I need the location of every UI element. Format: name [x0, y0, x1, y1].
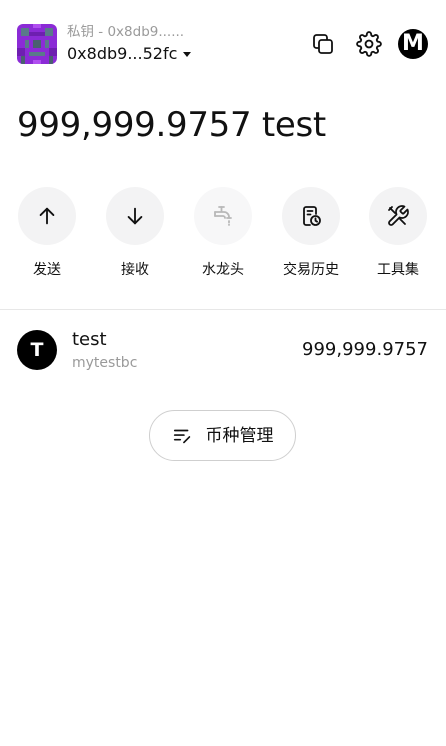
account-label: 私钥 - 0x8db9......	[67, 24, 185, 40]
history-icon	[303, 206, 321, 226]
account-address[interactable]: 0x8db9...52fc	[67, 42, 192, 66]
wallet-page: 私钥 - 0x8db9...... 0x8db9...52fc M 999,99…	[0, 0, 446, 746]
pixel-avatar-icon[interactable]	[17, 24, 57, 64]
receive-button[interactable]: 接收	[105, 187, 165, 280]
history-button[interactable]: 交易历史	[281, 187, 341, 280]
account-address-text: 0x8db9...52fc	[67, 44, 178, 63]
arrow-down-icon	[127, 207, 143, 225]
manage-tokens-button[interactable]: 币种管理	[149, 410, 296, 461]
token-balance: 999,999.9757	[302, 339, 428, 360]
action-bar: 发送 接收 水龙头 交易历史 工具集	[17, 187, 429, 283]
caret-down-icon	[183, 51, 192, 57]
tools-label: 工具集	[377, 262, 419, 278]
faucet-button-circle[interactable]	[194, 187, 252, 245]
header: 私钥 - 0x8db9...... 0x8db9...52fc M	[17, 22, 429, 66]
arrow-up-icon	[39, 207, 55, 225]
network-logo[interactable]: M	[398, 29, 428, 59]
gear-icon[interactable]	[355, 30, 383, 58]
token-row[interactable]: T test mytestbc 999,999.9757	[17, 326, 429, 376]
tools-button-circle[interactable]	[369, 187, 427, 245]
faucet-label: 水龙头	[202, 262, 244, 278]
token-icon: T	[17, 330, 57, 370]
manage-tokens-label: 币种管理	[205, 425, 274, 446]
token-name: mytestbc	[72, 355, 138, 371]
total-balance: 999,999.9757 test	[17, 105, 326, 145]
receive-label: 接收	[121, 262, 149, 278]
faucet-button[interactable]: 水龙头	[193, 187, 253, 280]
tools-icon	[388, 205, 409, 226]
account-selector[interactable]: 私钥 - 0x8db9...... 0x8db9...52fc	[67, 22, 192, 66]
faucet-icon	[214, 206, 232, 226]
send-button-circle[interactable]	[18, 187, 76, 245]
send-label: 发送	[33, 262, 61, 278]
receive-button-circle[interactable]	[106, 187, 164, 245]
divider	[0, 309, 446, 310]
copy-icon[interactable]	[309, 30, 337, 58]
send-button[interactable]: 发送	[17, 187, 77, 280]
tools-button[interactable]: 工具集	[368, 187, 428, 280]
history-button-circle[interactable]	[282, 187, 340, 245]
history-label: 交易历史	[283, 262, 339, 278]
list-edit-icon	[173, 429, 190, 443]
token-symbol: test	[72, 329, 107, 350]
